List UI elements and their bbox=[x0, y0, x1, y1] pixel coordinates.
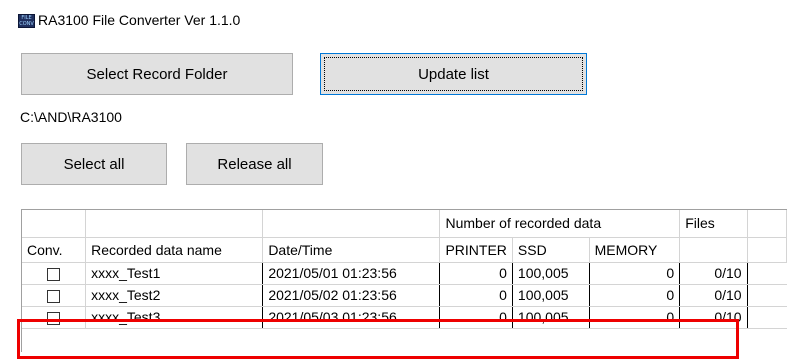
conv-checkbox[interactable] bbox=[47, 289, 61, 303]
column-header-ssd[interactable]: SSD bbox=[512, 237, 590, 263]
memory-count-cell: 0 bbox=[589, 284, 681, 307]
select-record-folder-button[interactable]: Select Record Folder bbox=[21, 53, 293, 95]
files-cell: 0/10 bbox=[679, 306, 748, 329]
group-header-files: Files bbox=[679, 210, 748, 238]
recorded-data-grid[interactable]: Number of recorded data Files Conv. Reco… bbox=[21, 209, 787, 352]
column-header-printer[interactable]: PRINTER bbox=[439, 237, 513, 263]
column-header-row: Conv. Recorded data name Date/Time PRINT… bbox=[22, 237, 787, 263]
memory-count-cell: 0 bbox=[589, 306, 681, 329]
date-time-cell: 2021/05/03 01:23:56 bbox=[262, 306, 441, 329]
memory-count-cell: 0 bbox=[589, 262, 681, 285]
update-list-label: Update list bbox=[418, 65, 489, 83]
recorded-data-name-cell: xxxx_Test3 bbox=[85, 306, 264, 329]
select-all-button[interactable]: Select all bbox=[21, 143, 167, 185]
column-header-memory[interactable]: MEMORY bbox=[589, 237, 681, 263]
table-row[interactable]: xxxx_Test3 2021/05/03 01:23:56 0 100,005… bbox=[22, 306, 787, 329]
ssd-count-cell: 100,005 bbox=[512, 262, 590, 285]
group-header-number-of-recorded-data: Number of recorded data bbox=[439, 210, 681, 238]
printer-count-cell: 0 bbox=[439, 262, 513, 285]
ssd-count-cell: 100,005 bbox=[512, 306, 590, 329]
conv-checkbox[interactable] bbox=[47, 267, 61, 281]
conv-cell[interactable] bbox=[22, 284, 87, 307]
conv-cell[interactable] bbox=[22, 306, 87, 329]
release-all-label: Release all bbox=[217, 155, 292, 173]
recorded-data-name-cell: xxxx_Test2 bbox=[85, 284, 264, 307]
printer-count-cell: 0 bbox=[439, 306, 513, 329]
group-header-empty bbox=[262, 210, 441, 238]
files-cell: 0/10 bbox=[679, 262, 748, 285]
ssd-count-cell: 100,005 bbox=[512, 284, 590, 307]
table-row[interactable]: xxxx_Test1 2021/05/01 01:23:56 0 100,005… bbox=[22, 262, 787, 285]
window-title: RA3100 File Converter Ver 1.1.0 bbox=[38, 12, 241, 28]
table-row[interactable]: xxxx_Test2 2021/05/02 01:23:56 0 100,005… bbox=[22, 284, 787, 307]
select-all-label: Select all bbox=[63, 155, 125, 173]
file-converter-app-icon: FILE CONV bbox=[18, 14, 35, 28]
date-time-cell: 2021/05/02 01:23:56 bbox=[262, 284, 441, 307]
folder-path-label: C:\AND\RA3100 bbox=[20, 109, 122, 125]
group-header-row: Number of recorded data Files bbox=[22, 210, 787, 238]
column-header-conv[interactable]: Conv. bbox=[22, 237, 87, 263]
select-record-folder-label: Select Record Folder bbox=[86, 65, 228, 83]
column-header-recorded-data-name[interactable]: Recorded data name bbox=[85, 237, 264, 263]
row-filler bbox=[747, 306, 787, 329]
printer-count-cell: 0 bbox=[439, 284, 513, 307]
row-filler bbox=[747, 284, 787, 307]
group-header-empty bbox=[85, 210, 264, 238]
column-header-empty bbox=[747, 237, 787, 263]
conv-cell[interactable] bbox=[22, 262, 87, 285]
title-bar: FILE CONV RA3100 File Converter Ver 1.1.… bbox=[0, 0, 787, 40]
group-header-empty bbox=[747, 210, 787, 238]
group-header-empty bbox=[22, 210, 87, 238]
date-time-cell: 2021/05/01 01:23:56 bbox=[262, 262, 441, 285]
row-filler bbox=[747, 262, 787, 285]
column-header-date-time[interactable]: Date/Time bbox=[262, 237, 441, 263]
release-all-button[interactable]: Release all bbox=[186, 143, 323, 185]
recorded-data-name-cell: xxxx_Test1 bbox=[85, 262, 264, 285]
conv-checkbox[interactable] bbox=[47, 311, 61, 325]
update-list-button[interactable]: Update list bbox=[320, 53, 587, 95]
files-cell: 0/10 bbox=[679, 284, 748, 307]
column-header-files[interactable] bbox=[679, 237, 748, 263]
